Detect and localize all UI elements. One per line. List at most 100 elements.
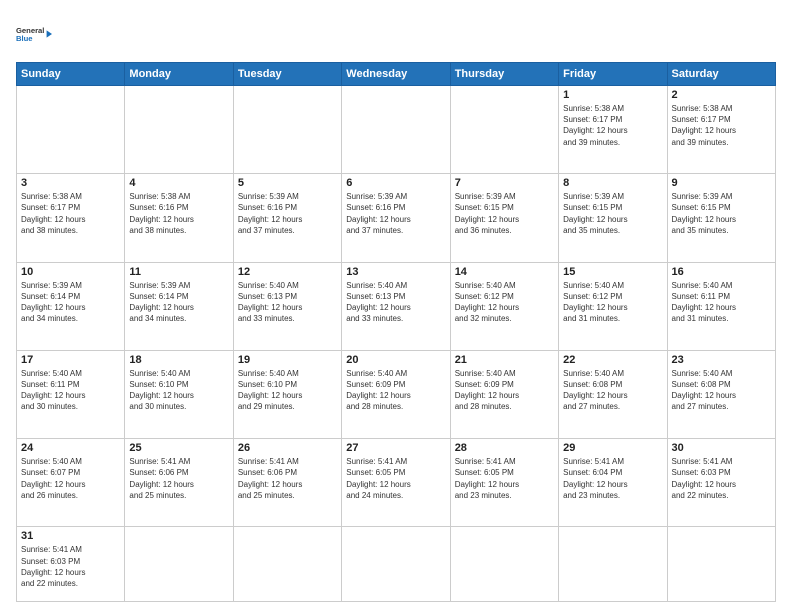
calendar-day-cell: 19 Sunrise: 5:40 AM Sunset: 6:10 PM Dayli… xyxy=(233,350,341,438)
day-info: Sunrise: 5:41 AM Sunset: 6:03 PM Dayligh… xyxy=(21,544,120,589)
day-info: Sunrise: 5:39 AM Sunset: 6:14 PM Dayligh… xyxy=(129,280,228,325)
calendar-week-row: 17 Sunrise: 5:40 AM Sunset: 6:11 PM Dayli… xyxy=(17,350,776,438)
calendar-day-cell: 8 Sunrise: 5:39 AM Sunset: 6:15 PM Daylig… xyxy=(559,174,667,262)
day-number: 15 xyxy=(563,266,662,278)
day-number: 20 xyxy=(346,354,445,366)
calendar-day-cell: 23Sunrise: 5:40 AM Sunset: 6:08 PM Dayli… xyxy=(667,350,775,438)
calendar-day-cell: 17 Sunrise: 5:40 AM Sunset: 6:11 PM Dayli… xyxy=(17,350,125,438)
day-number: 5 xyxy=(238,177,337,189)
calendar-day-cell: 24 Sunrise: 5:40 AM Sunset: 6:07 PM Dayli… xyxy=(17,439,125,527)
day-number: 6 xyxy=(346,177,445,189)
calendar-day-cell: 1Sunrise: 5:38 AM Sunset: 6:17 PM Daylig… xyxy=(559,86,667,174)
page: General Blue SundayMondayTuesdayWednesda… xyxy=(0,0,792,612)
calendar-day-cell: 25Sunrise: 5:41 AM Sunset: 6:06 PM Dayli… xyxy=(125,439,233,527)
calendar-day-cell: 27Sunrise: 5:41 AM Sunset: 6:05 PM Dayli… xyxy=(342,439,450,527)
calendar-week-row: 3Sunrise: 5:38 AM Sunset: 6:17 PM Daylig… xyxy=(17,174,776,262)
calendar-day-cell xyxy=(125,527,233,602)
calendar-day-header: Thursday xyxy=(450,63,558,86)
day-number: 19 xyxy=(238,354,337,366)
day-info: Sunrise: 5:38 AM Sunset: 6:17 PM Dayligh… xyxy=(563,103,662,148)
calendar-day-cell: 7Sunrise: 5:39 AM Sunset: 6:15 PM Daylig… xyxy=(450,174,558,262)
day-info: Sunrise: 5:40 AM Sunset: 6:08 PM Dayligh… xyxy=(563,368,662,413)
day-number: 22 xyxy=(563,354,662,366)
day-info: Sunrise: 5:39 AM Sunset: 6:15 PM Dayligh… xyxy=(563,191,662,236)
header: General Blue xyxy=(16,14,776,54)
calendar-day-cell xyxy=(342,86,450,174)
day-info: Sunrise: 5:40 AM Sunset: 6:09 PM Dayligh… xyxy=(455,368,554,413)
day-number: 7 xyxy=(455,177,554,189)
day-info: Sunrise: 5:40 AM Sunset: 6:12 PM Dayligh… xyxy=(455,280,554,325)
day-info: Sunrise: 5:40 AM Sunset: 6:13 PM Dayligh… xyxy=(238,280,337,325)
day-number: 3 xyxy=(21,177,120,189)
calendar-day-cell: 22 Sunrise: 5:40 AM Sunset: 6:08 PM Dayli… xyxy=(559,350,667,438)
calendar-day-cell xyxy=(342,527,450,602)
day-number: 16 xyxy=(672,266,771,278)
calendar-day-header: Saturday xyxy=(667,63,775,86)
day-number: 17 xyxy=(21,354,120,366)
day-number: 23 xyxy=(672,354,771,366)
day-number: 28 xyxy=(455,442,554,454)
day-number: 14 xyxy=(455,266,554,278)
day-info: Sunrise: 5:40 AM Sunset: 6:11 PM Dayligh… xyxy=(21,368,120,413)
calendar-day-cell: 16Sunrise: 5:40 AM Sunset: 6:11 PM Dayli… xyxy=(667,262,775,350)
calendar-day-cell xyxy=(17,86,125,174)
day-info: Sunrise: 5:41 AM Sunset: 6:06 PM Dayligh… xyxy=(129,456,228,501)
day-info: Sunrise: 5:41 AM Sunset: 6:05 PM Dayligh… xyxy=(346,456,445,501)
day-info: Sunrise: 5:39 AM Sunset: 6:16 PM Dayligh… xyxy=(346,191,445,236)
day-info: Sunrise: 5:40 AM Sunset: 6:09 PM Dayligh… xyxy=(346,368,445,413)
day-info: Sunrise: 5:40 AM Sunset: 6:10 PM Dayligh… xyxy=(238,368,337,413)
calendar-header-row: SundayMondayTuesdayWednesdayThursdayFrid… xyxy=(17,63,776,86)
day-info: Sunrise: 5:40 AM Sunset: 6:07 PM Dayligh… xyxy=(21,456,120,501)
calendar-day-cell: 26Sunrise: 5:41 AM Sunset: 6:06 PM Dayli… xyxy=(233,439,341,527)
calendar-day-cell: 2Sunrise: 5:38 AM Sunset: 6:17 PM Daylig… xyxy=(667,86,775,174)
calendar-day-cell: 13 Sunrise: 5:40 AM Sunset: 6:13 PM Dayli… xyxy=(342,262,450,350)
day-number: 8 xyxy=(563,177,662,189)
calendar-day-header: Sunday xyxy=(17,63,125,86)
day-number: 30 xyxy=(672,442,771,454)
calendar-week-row: 1Sunrise: 5:38 AM Sunset: 6:17 PM Daylig… xyxy=(17,86,776,174)
svg-text:General: General xyxy=(16,26,44,35)
calendar-day-header: Wednesday xyxy=(342,63,450,86)
generalblue-logo-icon: General Blue xyxy=(16,14,52,54)
day-number: 10 xyxy=(21,266,120,278)
day-number: 24 xyxy=(21,442,120,454)
calendar-day-cell xyxy=(559,527,667,602)
calendar-day-cell: 6 Sunrise: 5:39 AM Sunset: 6:16 PM Daylig… xyxy=(342,174,450,262)
calendar-week-row: 24 Sunrise: 5:40 AM Sunset: 6:07 PM Dayli… xyxy=(17,439,776,527)
calendar-day-cell xyxy=(667,527,775,602)
calendar-day-cell: 4Sunrise: 5:38 AM Sunset: 6:16 PM Daylig… xyxy=(125,174,233,262)
day-info: Sunrise: 5:41 AM Sunset: 6:05 PM Dayligh… xyxy=(455,456,554,501)
calendar-day-cell: 3Sunrise: 5:38 AM Sunset: 6:17 PM Daylig… xyxy=(17,174,125,262)
calendar-day-cell: 14 Sunrise: 5:40 AM Sunset: 6:12 PM Dayli… xyxy=(450,262,558,350)
day-info: Sunrise: 5:39 AM Sunset: 6:14 PM Dayligh… xyxy=(21,280,120,325)
calendar-day-cell xyxy=(233,86,341,174)
calendar-day-cell: 5 Sunrise: 5:39 AM Sunset: 6:16 PM Daylig… xyxy=(233,174,341,262)
calendar-day-cell: 29Sunrise: 5:41 AM Sunset: 6:04 PM Dayli… xyxy=(559,439,667,527)
calendar-day-cell xyxy=(450,527,558,602)
calendar-day-cell: 12 Sunrise: 5:40 AM Sunset: 6:13 PM Dayli… xyxy=(233,262,341,350)
calendar-week-row: 10 Sunrise: 5:39 AM Sunset: 6:14 PM Dayli… xyxy=(17,262,776,350)
calendar-day-header: Tuesday xyxy=(233,63,341,86)
day-info: Sunrise: 5:41 AM Sunset: 6:04 PM Dayligh… xyxy=(563,456,662,501)
day-number: 12 xyxy=(238,266,337,278)
calendar-day-cell xyxy=(233,527,341,602)
svg-text:Blue: Blue xyxy=(16,34,33,43)
day-info: Sunrise: 5:39 AM Sunset: 6:15 PM Dayligh… xyxy=(672,191,771,236)
day-info: Sunrise: 5:40 AM Sunset: 6:13 PM Dayligh… xyxy=(346,280,445,325)
day-info: Sunrise: 5:38 AM Sunset: 6:17 PM Dayligh… xyxy=(672,103,771,148)
day-number: 13 xyxy=(346,266,445,278)
calendar-week-row: 31Sunrise: 5:41 AM Sunset: 6:03 PM Dayli… xyxy=(17,527,776,602)
day-info: Sunrise: 5:39 AM Sunset: 6:16 PM Dayligh… xyxy=(238,191,337,236)
calendar-day-cell: 18Sunrise: 5:40 AM Sunset: 6:10 PM Dayli… xyxy=(125,350,233,438)
calendar-day-cell: 20 Sunrise: 5:40 AM Sunset: 6:09 PM Dayli… xyxy=(342,350,450,438)
day-number: 18 xyxy=(129,354,228,366)
day-number: 21 xyxy=(455,354,554,366)
calendar-day-cell: 30Sunrise: 5:41 AM Sunset: 6:03 PM Dayli… xyxy=(667,439,775,527)
calendar-day-cell: 11Sunrise: 5:39 AM Sunset: 6:14 PM Dayli… xyxy=(125,262,233,350)
calendar-day-cell xyxy=(450,86,558,174)
day-info: Sunrise: 5:41 AM Sunset: 6:06 PM Dayligh… xyxy=(238,456,337,501)
day-number: 9 xyxy=(672,177,771,189)
calendar-day-cell: 15Sunrise: 5:40 AM Sunset: 6:12 PM Dayli… xyxy=(559,262,667,350)
calendar-day-header: Monday xyxy=(125,63,233,86)
day-info: Sunrise: 5:38 AM Sunset: 6:16 PM Dayligh… xyxy=(129,191,228,236)
